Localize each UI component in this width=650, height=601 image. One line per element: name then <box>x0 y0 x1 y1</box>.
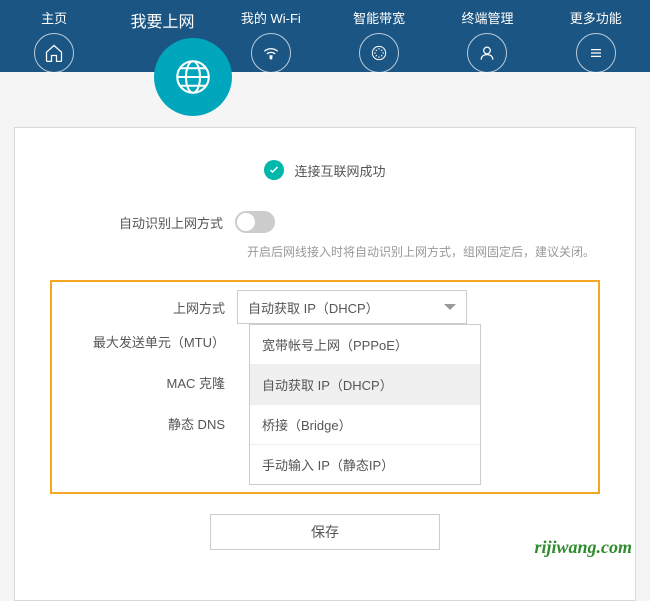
select-value: 自动获取 IP（DHCP） <box>248 298 379 317</box>
nav-label: 智能带宽 <box>353 8 405 27</box>
wifi-icon <box>251 33 291 73</box>
watermark: rijiwang.com <box>534 537 632 558</box>
mtu-label: 最大发送单元（MTU） <box>52 332 237 351</box>
check-icon <box>264 160 284 180</box>
auto-detect-toggle[interactable] <box>235 211 275 233</box>
nav-wifi[interactable]: 我的 Wi-Fi <box>217 8 325 73</box>
bandwidth-icon <box>359 33 399 73</box>
chevron-down-icon <box>444 304 456 310</box>
connection-type-label: 上网方式 <box>52 298 237 317</box>
auto-detect-hint: 开启后网线接入时将自动识别上网方式，组网固定后，建议关闭。 <box>247 243 600 260</box>
nav-label: 我要上网 <box>130 8 194 32</box>
mac-clone-label: MAC 克隆 <box>52 373 237 392</box>
nav-label: 我的 Wi-Fi <box>241 8 301 27</box>
nav-label: 更多功能 <box>570 8 622 27</box>
nav-more[interactable]: 更多功能 <box>542 8 650 73</box>
connection-type-dropdown: 宽带帐号上网（PPPoE） 自动获取 IP（DHCP） 桥接（Bridge） 手… <box>249 324 481 485</box>
toggle-knob <box>237 213 255 231</box>
dropdown-option-dhcp[interactable]: 自动获取 IP（DHCP） <box>250 365 480 405</box>
home-icon <box>34 33 74 73</box>
globe-icon <box>154 38 232 116</box>
nav-label: 终端管理 <box>461 8 513 27</box>
dropdown-option-bridge[interactable]: 桥接（Bridge） <box>250 405 480 445</box>
save-button[interactable]: 保存 <box>210 514 440 550</box>
auto-detect-label: 自动识别上网方式 <box>50 213 235 232</box>
auto-detect-row: 自动识别上网方式 <box>50 211 600 233</box>
top-nav: 主页 我要上网 我的 Wi-Fi 智能带宽 终端管理 更多功能 <box>0 0 650 72</box>
nav-devices[interactable]: 终端管理 <box>433 8 541 73</box>
menu-icon <box>576 33 616 73</box>
highlight-box: 上网方式 自动获取 IP（DHCP） 最大发送单元（MTU） MAC 克隆 静态… <box>50 280 600 494</box>
dropdown-option-pppoe[interactable]: 宽带帐号上网（PPPoE） <box>250 325 480 365</box>
main-panel: 连接互联网成功 自动识别上网方式 开启后网线接入时将自动识别上网方式，组网固定后… <box>14 127 636 601</box>
labels-column: 最大发送单元（MTU） MAC 克隆 静态 DNS <box>52 332 237 455</box>
status-row: 连接互联网成功 <box>50 148 600 211</box>
user-icon <box>467 33 507 73</box>
nav-bandwidth[interactable]: 智能带宽 <box>325 8 433 73</box>
dropdown-option-static[interactable]: 手动输入 IP（静态IP） <box>250 445 480 484</box>
static-dns-label: 静态 DNS <box>52 414 237 433</box>
nav-internet[interactable]: 我要上网 <box>108 8 216 32</box>
status-text: 连接互联网成功 <box>294 161 385 180</box>
nav-label: 主页 <box>41 8 67 27</box>
connection-type-select[interactable]: 自动获取 IP（DHCP） <box>237 290 467 324</box>
nav-home[interactable]: 主页 <box>0 8 108 73</box>
